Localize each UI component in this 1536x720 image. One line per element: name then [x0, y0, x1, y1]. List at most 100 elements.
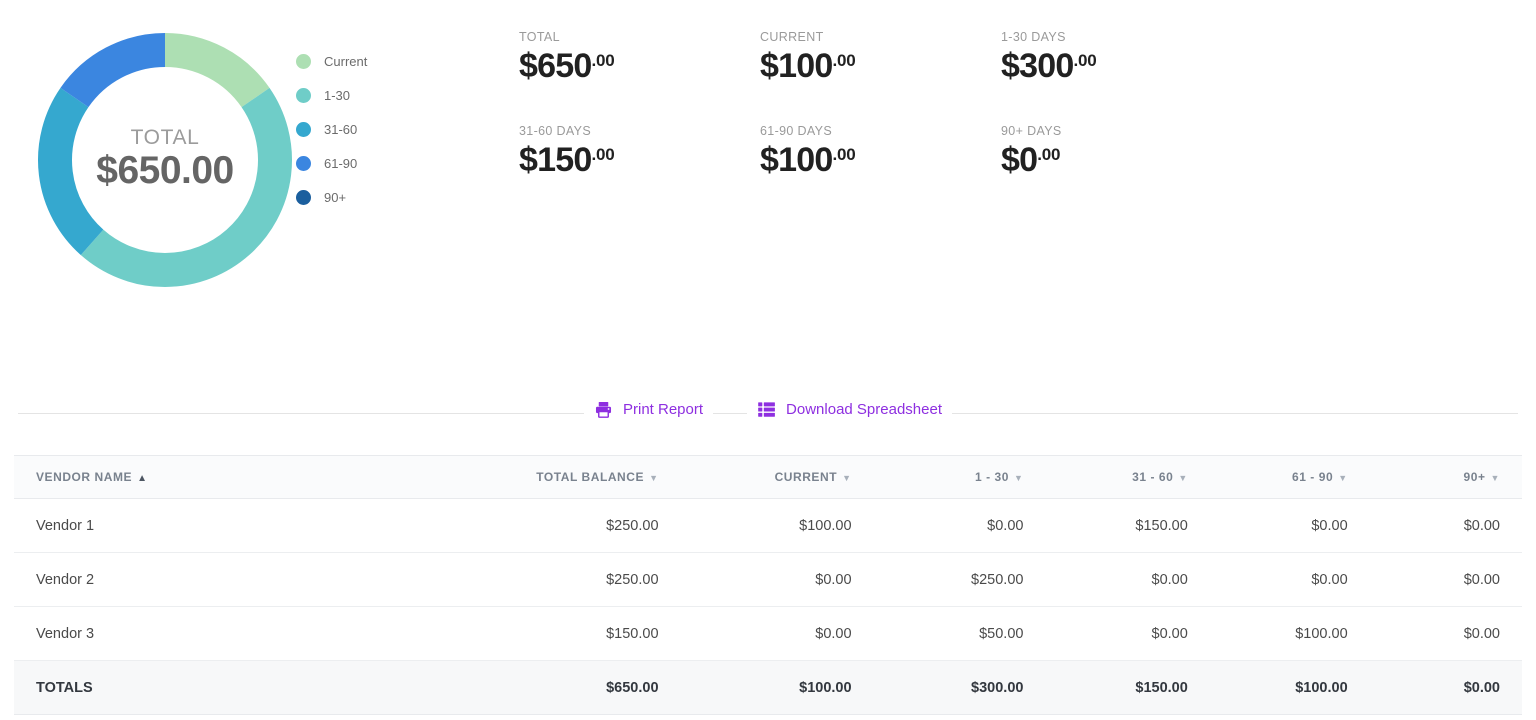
table-header-row: VENDOR NAME▲TOTAL BALANCE▼CURRENT▼1 - 30…: [14, 456, 1522, 499]
stat-value-cents: .00: [832, 145, 855, 164]
amount-cell-d1_30: $250.00: [874, 553, 1046, 607]
download-spreadsheet-button[interactable]: Download Spreadsheet: [747, 396, 952, 423]
sort-descending-icon: ▼: [1338, 473, 1347, 483]
column-header-label: 61 - 90: [1292, 470, 1333, 484]
legend-item-label: Current: [324, 54, 367, 69]
stat-label: CURRENT: [760, 30, 1001, 45]
stat-tile: 31-60 DAYS $150.00: [519, 124, 760, 179]
legend-color-swatch: [296, 156, 311, 171]
stat-value: $150.00: [519, 141, 760, 179]
totals-cell-current: $100.00: [681, 661, 874, 715]
donut-slice-current: [165, 50, 256, 98]
amount-cell-total: $250.00: [466, 499, 680, 553]
stat-value-cents: .00: [591, 145, 614, 164]
column-header-label: TOTAL BALANCE: [536, 470, 644, 484]
stat-value: $100.00: [760, 47, 1001, 85]
stats-row: 31-60 DAYS$150.0061-90 DAYS$100.0090+ DA…: [519, 124, 1279, 179]
sort-descending-icon: ▼: [1491, 473, 1500, 483]
stat-value-cents: .00: [1037, 145, 1060, 164]
stat-label: 61-90 DAYS: [760, 124, 1001, 139]
chart-legend: Current 1-30 31-60 61-90 90+: [296, 44, 367, 214]
column-header-label: VENDOR NAME: [36, 470, 132, 484]
amount-cell-current: $0.00: [681, 553, 874, 607]
column-header-label: 1 - 30: [975, 470, 1009, 484]
column-header-label: CURRENT: [775, 470, 838, 484]
donut-slice-31-60: [55, 98, 92, 243]
aging-table-container: VENDOR NAME▲TOTAL BALANCE▼CURRENT▼1 - 30…: [14, 455, 1522, 715]
stat-value-dollars: $100: [760, 47, 832, 85]
totals-label-cell: TOTALS: [14, 661, 466, 715]
column-header-1-30[interactable]: 1 - 30 ▼: [874, 456, 1046, 499]
print-report-label: Print Report: [623, 401, 703, 418]
legend-item-label: 1-30: [324, 88, 350, 103]
stat-tile: 61-90 DAYS $100.00: [760, 124, 1001, 179]
print-report-button[interactable]: Print Report: [584, 396, 713, 423]
legend-item[interactable]: 31-60: [296, 112, 367, 146]
amount-cell-total: $250.00: [466, 553, 680, 607]
report-action-bar: Print Report Download Spreadsheet: [0, 396, 1536, 432]
sort-ascending-icon: ▲: [137, 473, 147, 484]
stat-value: $0.00: [1001, 141, 1242, 179]
amount-cell-d90: $0.00: [1370, 553, 1522, 607]
stat-tile: 1-30 DAYS $300.00: [1001, 30, 1242, 85]
legend-item-label: 90+: [324, 190, 346, 205]
stat-label: 31-60 DAYS: [519, 124, 760, 139]
totals-cell-d1_30: $300.00: [874, 661, 1046, 715]
stat-label: 1-30 DAYS: [1001, 30, 1242, 45]
legend-color-swatch: [296, 190, 311, 205]
sort-descending-icon: ▼: [1178, 473, 1187, 483]
stat-value-dollars: $100: [760, 141, 832, 179]
column-header-current[interactable]: CURRENT ▼: [681, 456, 874, 499]
printer-icon: [594, 400, 613, 419]
stat-value: $100.00: [760, 141, 1001, 179]
amount-cell-d1_30: $0.00: [874, 499, 1046, 553]
stat-value-cents: .00: [832, 51, 855, 70]
legend-item[interactable]: 1-30: [296, 78, 367, 112]
column-header-31-60[interactable]: 31 - 60 ▼: [1045, 456, 1209, 499]
table-row[interactable]: Vendor 3$150.00$0.00$50.00$0.00$100.00$0…: [14, 607, 1522, 661]
table-row[interactable]: Vendor 1$250.00$100.00$0.00$150.00$0.00$…: [14, 499, 1522, 553]
donut-slice-1-30: [92, 98, 275, 270]
column-header-vendor-name[interactable]: VENDOR NAME ▲: [14, 456, 466, 499]
stat-label: TOTAL: [519, 30, 760, 45]
column-header-total-balance[interactable]: TOTAL BALANCE ▼: [466, 456, 680, 499]
column-header-61-90[interactable]: 61 - 90 ▼: [1210, 456, 1370, 499]
summary-section: TOTAL $650.00 Current 1-30 31-60 61-90 90+ T…: [0, 0, 1536, 400]
amount-cell-d31_60: $150.00: [1045, 499, 1209, 553]
table-row[interactable]: Vendor 2$250.00$0.00$250.00$0.00$0.00$0.…: [14, 553, 1522, 607]
vendor-name-cell: Vendor 3: [14, 607, 466, 661]
legend-item[interactable]: 90+: [296, 180, 367, 214]
vendor-name-cell: Vendor 2: [14, 553, 466, 607]
sort-descending-icon: ▼: [842, 473, 851, 483]
sort-descending-icon: ▼: [649, 473, 658, 483]
vendor-name-cell: Vendor 1: [14, 499, 466, 553]
column-header-label: 90+: [1464, 470, 1486, 484]
amount-cell-d31_60: $0.00: [1045, 607, 1209, 661]
legend-color-swatch: [296, 122, 311, 137]
amount-cell-d31_60: $0.00: [1045, 553, 1209, 607]
action-button-group: Print Report Download Spreadsheet: [0, 396, 1536, 423]
stat-tile: 90+ DAYS$0.00: [1001, 124, 1242, 179]
totals-cell-total: $650.00: [466, 661, 680, 715]
download-spreadsheet-label: Download Spreadsheet: [786, 401, 942, 418]
column-header-label: 31 - 60: [1132, 470, 1173, 484]
amount-cell-current: $100.00: [681, 499, 874, 553]
sort-descending-icon: ▼: [1014, 473, 1023, 483]
legend-item[interactable]: 61-90: [296, 146, 367, 180]
totals-cell-d61_90: $100.00: [1210, 661, 1370, 715]
stat-value: $300.00: [1001, 47, 1242, 85]
aging-donut-chart: TOTAL $650.00: [30, 25, 300, 295]
legend-item-label: 31-60: [324, 122, 357, 137]
donut-slice-61-90: [74, 50, 165, 98]
stat-tile: CURRENT $100.00: [760, 30, 1001, 85]
stat-value-cents: .00: [591, 51, 614, 70]
table-totals-row: TOTALS$650.00$100.00$300.00$150.00$100.0…: [14, 661, 1522, 715]
stat-value-dollars: $150: [519, 141, 591, 179]
amount-cell-total: $150.00: [466, 607, 680, 661]
spreadsheet-icon: [757, 400, 776, 419]
printer-icon-svg: [594, 400, 613, 419]
column-header-90-[interactable]: 90+ ▼: [1370, 456, 1522, 499]
legend-item[interactable]: Current: [296, 44, 367, 78]
donut-svg: [30, 25, 300, 295]
stats-row: TOTAL$650.00CURRENT$100.001-30 DAYS$300.…: [519, 30, 1279, 85]
